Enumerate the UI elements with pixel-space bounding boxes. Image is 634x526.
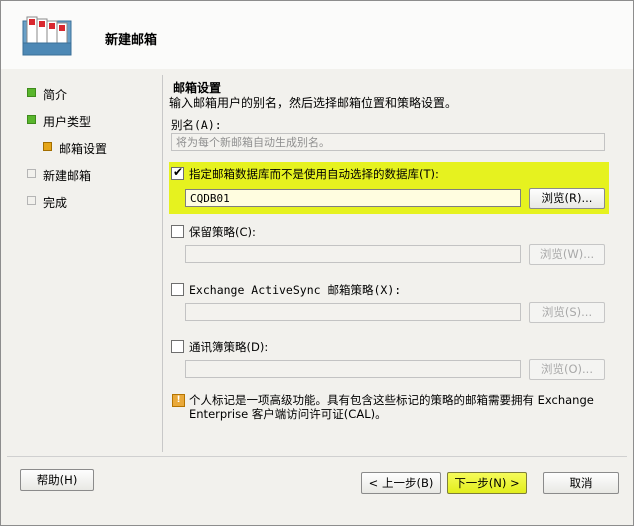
step-pending-icon bbox=[27, 169, 36, 178]
step-done-icon bbox=[27, 115, 36, 124]
info-line: 个人标记是一项高级功能。具有包含这些标记的策略的邮箱需要拥有 Exchange bbox=[189, 393, 594, 407]
wizard-window: 新建邮箱 简介 用户类型 邮箱设置 新建邮箱 完成 邮箱设置 输入邮箱用户的别名… bbox=[0, 0, 634, 526]
activesync-input[interactable] bbox=[185, 303, 521, 321]
database-input[interactable]: CQDB01 bbox=[185, 189, 521, 207]
step-label: 邮箱设置 bbox=[59, 142, 108, 156]
page-title: 新建邮箱 bbox=[105, 33, 158, 48]
cancel-button[interactable]: 取消 bbox=[543, 472, 619, 494]
activesync-browse-button[interactable]: 浏览(S)... bbox=[529, 302, 605, 323]
info-icon: ! bbox=[172, 394, 185, 407]
alias-label: 别名(A): bbox=[171, 118, 222, 132]
info-message: 个人标记是一项高级功能。具有包含这些标记的策略的邮箱需要拥有 Exchange … bbox=[189, 393, 609, 421]
step-label: 新建邮箱 bbox=[43, 169, 92, 183]
back-button[interactable]: < 上一步(B) bbox=[361, 472, 441, 494]
divider bbox=[162, 75, 163, 452]
checkmark-icon: ✔ bbox=[173, 165, 184, 179]
info-line: Enterprise 客户端访问许可证(CAL)。 bbox=[189, 407, 387, 421]
addressbook-browse-button[interactable]: 浏览(O)... bbox=[529, 359, 605, 380]
retention-checkbox[interactable] bbox=[171, 225, 184, 238]
addressbook-input[interactable] bbox=[185, 360, 521, 378]
next-button[interactable]: 下一步(N) > bbox=[447, 472, 527, 494]
alias-input[interactable]: 将为每个新邮箱自动生成别名。 bbox=[171, 133, 605, 151]
section-description: 输入邮箱用户的别名，然后选择邮箱位置和策略设置。 bbox=[169, 96, 458, 110]
step-label: 简介 bbox=[43, 88, 68, 102]
retention-checkbox-label: 保留策略(C): bbox=[189, 225, 256, 239]
step-pending-icon bbox=[27, 196, 36, 205]
database-browse-button[interactable]: 浏览(R)... bbox=[529, 188, 605, 209]
activesync-checkbox-label: Exchange ActiveSync 邮箱策略(X): bbox=[189, 283, 402, 297]
database-checkbox-label: 指定邮箱数据库而不是使用自动选择的数据库(T): bbox=[189, 167, 439, 181]
step-current-icon bbox=[43, 142, 52, 151]
activesync-checkbox[interactable] bbox=[171, 283, 184, 296]
addressbook-checkbox[interactable] bbox=[171, 340, 184, 353]
database-checkbox[interactable]: ✔ bbox=[171, 165, 184, 180]
mailbox-wizard-icon bbox=[22, 16, 72, 56]
step-done-icon bbox=[27, 88, 36, 97]
wizard-header: 新建邮箱 bbox=[1, 1, 633, 69]
step-label: 完成 bbox=[43, 196, 68, 210]
step-label: 用户类型 bbox=[43, 115, 92, 129]
wizard-steps: 简介 用户类型 邮箱设置 新建邮箱 完成 bbox=[1, 71, 151, 451]
addressbook-checkbox-label: 通讯簿策略(D): bbox=[189, 340, 269, 354]
footer-separator bbox=[7, 456, 627, 457]
retention-browse-button[interactable]: 浏览(W)... bbox=[529, 244, 605, 265]
retention-input[interactable] bbox=[185, 245, 521, 263]
help-button[interactable]: 帮助(H) bbox=[20, 469, 94, 491]
